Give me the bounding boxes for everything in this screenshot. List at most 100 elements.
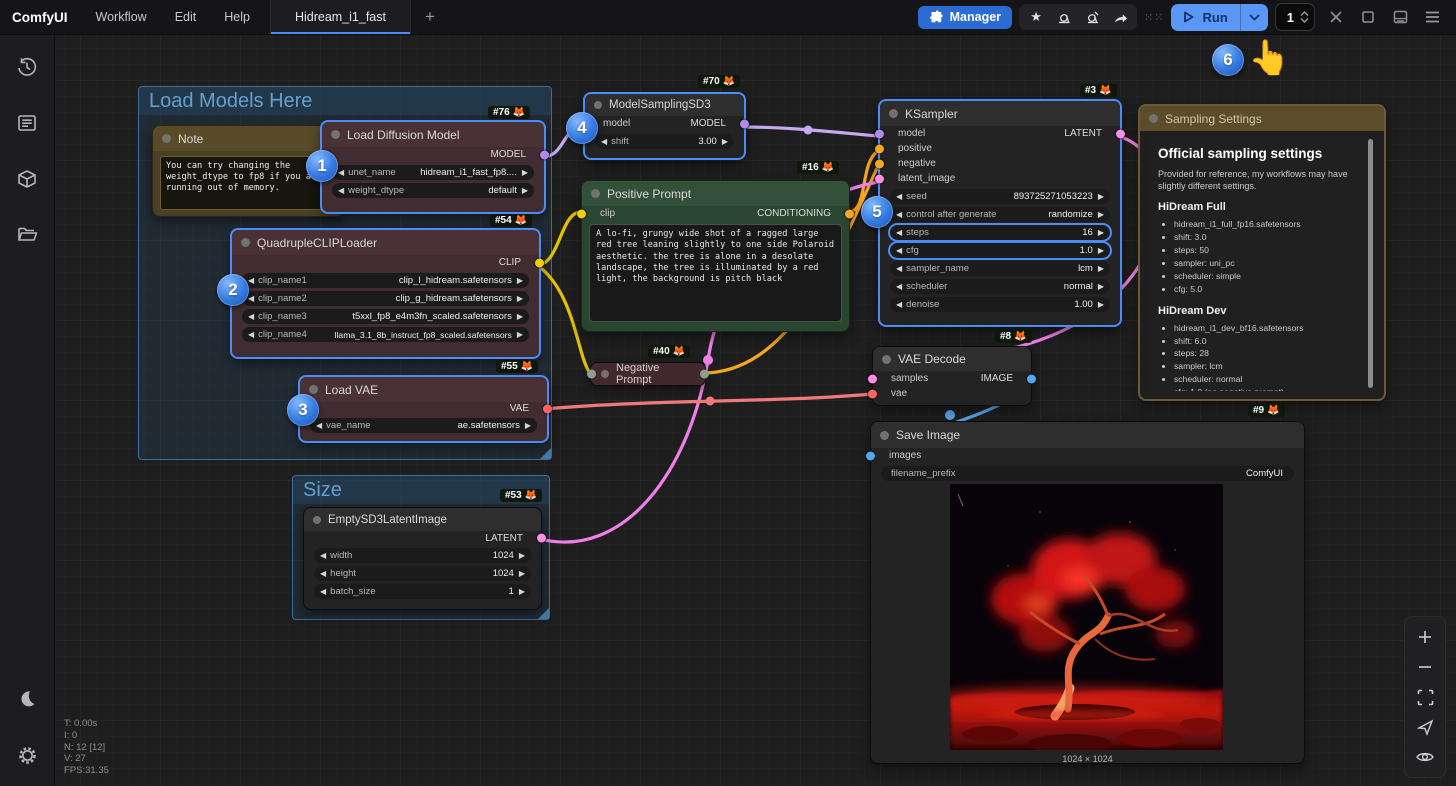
positive-input-slot[interactable] <box>875 144 884 153</box>
node-ksampler[interactable]: KSampler model LATENT positive negative … <box>878 99 1122 327</box>
vae-output-slot[interactable] <box>543 404 552 413</box>
queue-panel-icon[interactable] <box>1386 5 1414 29</box>
node-header[interactable]: ModelSamplingSD3 <box>585 94 744 116</box>
conditioning-output-slot[interactable] <box>845 209 854 218</box>
node-positive-prompt[interactable]: Positive Prompt clip CONDITIONING A lo-f… <box>581 180 850 332</box>
next-value-icon[interactable]: ▶ <box>517 331 523 339</box>
batch-count-stepper[interactable]: 1 <box>1275 3 1315 31</box>
next-value-icon[interactable]: ▶ <box>525 422 531 430</box>
widget-weight-dtype[interactable]: ◀ weight_dtype default ▶ <box>332 183 534 198</box>
history-icon[interactable] <box>0 44 54 90</box>
node-negative-prompt[interactable]: Negative Prompt <box>590 362 706 386</box>
next-value-icon[interactable]: ▶ <box>1098 193 1104 201</box>
group-resize-handle[interactable] <box>540 448 551 459</box>
fit-view-icon[interactable] <box>1417 687 1434 707</box>
model-output-slot[interactable] <box>540 150 549 159</box>
model-library-icon[interactable] <box>0 156 54 202</box>
node-model-sampling-sd3[interactable]: ModelSamplingSD3 model MODEL ◀ shift 3.0… <box>583 92 746 160</box>
next-value-icon[interactable]: ▶ <box>1098 247 1104 255</box>
menu-help[interactable]: Help <box>210 10 264 24</box>
node-header[interactable]: Save Image <box>871 422 1304 448</box>
widget-scheduler[interactable]: ◀ scheduler normal ▶ <box>890 279 1110 294</box>
node-sampling-settings[interactable]: Sampling Settings Official sampling sett… <box>1138 104 1386 401</box>
next-value-icon[interactable]: ▶ <box>1098 301 1104 309</box>
group-resize-handle[interactable] <box>538 608 549 619</box>
toolbar-drag-handle[interactable]: ⁙⁙ <box>1144 11 1164 24</box>
collapse-dot-icon[interactable] <box>331 130 340 139</box>
next-value-icon[interactable]: ▶ <box>1098 229 1104 237</box>
select-cursor-icon[interactable] <box>1417 717 1434 737</box>
next-value-icon[interactable]: ▶ <box>1098 283 1104 291</box>
collapse-dot-icon[interactable] <box>594 101 602 109</box>
node-header[interactable]: KSampler <box>880 101 1120 126</box>
next-value-icon[interactable]: ▶ <box>517 277 523 285</box>
latent-output-slot[interactable] <box>1116 129 1125 138</box>
model-output-slot[interactable] <box>740 119 749 128</box>
node-library-icon[interactable] <box>0 100 54 146</box>
widget-clip-name3[interactable]: ◀ clip_name3 t5xxl_fp8_e4m3fn_scaled.saf… <box>242 309 529 324</box>
collapsed-input-slot[interactable] <box>587 370 596 379</box>
negative-input-slot[interactable] <box>875 159 884 168</box>
images-input-slot[interactable] <box>866 451 875 460</box>
menu-icon[interactable] <box>1418 5 1446 29</box>
collapse-dot-icon[interactable] <box>313 516 321 524</box>
next-value-icon[interactable]: ▶ <box>1098 265 1104 273</box>
widget-height[interactable]: ◀ height 1024 ▶ <box>314 566 531 581</box>
note-scrollbar[interactable] <box>1368 139 1373 388</box>
generated-image-preview[interactable] <box>950 484 1223 750</box>
node-header[interactable]: Positive Prompt <box>582 181 849 206</box>
node-header[interactable]: Load VAE <box>300 377 547 402</box>
share-icon[interactable] <box>1106 5 1134 29</box>
widget-vae-name[interactable]: ◀ vae_name ae.safetensors ▶ <box>310 418 537 433</box>
markdown-note-body[interactable]: Official sampling settings Provided for … <box>1148 136 1376 391</box>
collapse-dot-icon[interactable] <box>1149 114 1158 123</box>
widget-control-after-generate[interactable]: ◀ control after generate randomize ▶ <box>890 207 1110 222</box>
widget-cfg[interactable]: ◀ cfg 1.0 ▶ <box>890 243 1110 258</box>
collapse-dot-icon[interactable] <box>880 431 889 440</box>
prompt-textarea[interactable]: A lo-fi, grungy wide shot of a ragged la… <box>589 224 842 322</box>
stop-icon[interactable] <box>1354 5 1382 29</box>
node-vae-decode[interactable]: VAE Decode samples IMAGE vae <box>872 346 1032 406</box>
node-save-image[interactable]: Save Image images filename_prefix ComfyU… <box>870 421 1305 764</box>
close-icon[interactable] <box>1322 5 1350 29</box>
widget-width[interactable]: ◀ width 1024 ▶ <box>314 548 531 563</box>
loop-glyph-icon-1[interactable] <box>1050 5 1078 29</box>
settings-gear-icon[interactable] <box>0 732 54 778</box>
new-workflow-tab-button[interactable]: + <box>411 0 449 34</box>
node-header[interactable]: QuadrupleCLIPLoader <box>232 230 539 255</box>
next-value-icon[interactable]: ▶ <box>522 187 528 195</box>
next-value-icon[interactable]: ▶ <box>519 552 525 560</box>
model-input-slot[interactable] <box>875 129 884 138</box>
widget-clip-name1[interactable]: ◀ clip_name1 clip_l_hidream.safetensors … <box>242 273 529 288</box>
widget-unet-name[interactable]: ◀ unet_name hidream_i1_fast_fp8.... ▶ <box>332 165 534 180</box>
node-header[interactable]: Sampling Settings <box>1140 106 1384 131</box>
widget-denoise[interactable]: ◀ denoise 1.00 ▶ <box>890 297 1110 312</box>
widget-shift[interactable]: ◀ shift 3.00 ▶ <box>595 134 734 149</box>
next-value-icon[interactable]: ▶ <box>517 313 523 321</box>
widget-filename-prefix[interactable]: filename_prefix ComfyUI <box>881 466 1294 481</box>
latent-output-slot[interactable] <box>537 534 546 543</box>
node-header[interactable]: VAE Decode <box>873 347 1031 371</box>
menu-workflow[interactable]: Workflow <box>82 10 161 24</box>
star-icon[interactable]: ★ <box>1022 5 1050 29</box>
decrement-icon[interactable] <box>1300 17 1309 23</box>
collapse-dot-icon[interactable] <box>601 370 609 378</box>
samples-input-slot[interactable] <box>868 374 877 383</box>
next-value-icon[interactable]: ▶ <box>1098 211 1104 219</box>
widget-steps[interactable]: ◀ steps 16 ▶ <box>890 225 1110 240</box>
node-quadruple-clip-loader[interactable]: QuadrupleCLIPLoader CLIP ◀ clip_name1 cl… <box>230 228 541 359</box>
link-visibility-eye-icon[interactable] <box>1416 747 1434 767</box>
latent-image-input-slot[interactable] <box>875 174 884 183</box>
run-options-chevron[interactable] <box>1240 4 1268 31</box>
menu-edit[interactable]: Edit <box>161 10 211 24</box>
widget-seed[interactable]: ◀ seed 893725271053223 ▶ <box>890 189 1110 204</box>
clip-input-slot[interactable] <box>577 209 586 218</box>
manager-button[interactable]: Manager <box>918 6 1012 29</box>
widget-clip-name2[interactable]: ◀ clip_name2 clip_g_hidream.safetensors … <box>242 291 529 306</box>
collapse-dot-icon[interactable] <box>882 355 891 364</box>
next-value-icon[interactable]: ▶ <box>722 138 728 146</box>
loop-glyph-icon-2[interactable] <box>1078 5 1106 29</box>
node-header[interactable]: Load Diffusion Model <box>322 122 544 147</box>
vae-input-slot[interactable] <box>868 389 877 398</box>
widget-batch-size[interactable]: ◀ batch_size 1 ▶ <box>314 584 531 599</box>
